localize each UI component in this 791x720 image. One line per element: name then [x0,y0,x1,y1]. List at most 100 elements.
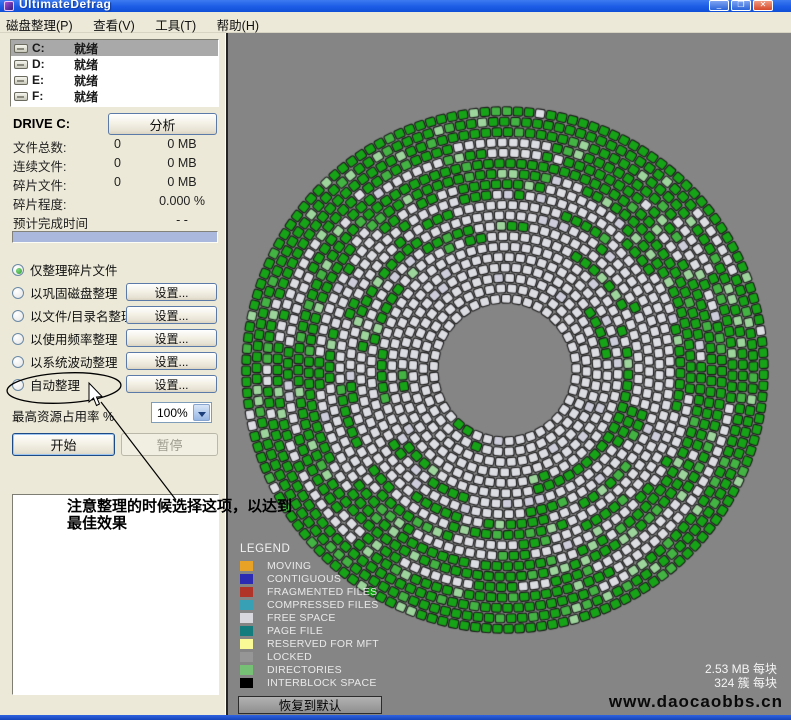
maximize-button[interactable]: ❐ [731,0,751,11]
chevron-down-icon[interactable] [193,404,210,421]
drive-row-f[interactable]: F: 就绪 [11,88,218,104]
watermark-text: www.daocaobbs.cn [609,692,783,712]
stat-size: - - [146,213,218,227]
drive-icon [14,60,28,69]
progress-bar [12,231,218,243]
drive-row-e[interactable]: E: 就绪 [11,72,218,88]
window-title: UltimateDefrag [19,0,111,11]
menu-disk-defrag[interactable]: 磁盘整理(P) [0,12,83,37]
color-swatch [240,613,253,623]
legend-item-mft: RESERVED FOR MFT [240,637,379,650]
stat-size: 0 MB [146,137,218,151]
stat-count: 0 [73,156,121,170]
settings-button-frequency[interactable]: 设置... [126,329,217,347]
drive-letter: E: [32,73,74,87]
window-controls: _ ❐ ✕ [709,0,773,11]
drive-status: 就绪 [74,72,98,89]
drive-stats: 文件总数: 0 0 MB 连续文件: 0 0 MB 碎片文件: 0 0 MB 碎… [13,137,221,232]
color-swatch [240,561,253,571]
stat-contiguous-files: 连续文件: 0 0 MB [13,156,221,175]
option-auto[interactable]: 自动整理 设置... [0,373,227,396]
cluster-size-text: 324 簇 每块 [705,676,777,690]
stat-label: 连续文件: [13,160,66,174]
stat-count: 0 [73,175,121,189]
legend: LEGEND MOVING CONTIGUOUS FRAGMENTED FILE… [240,543,379,689]
option-by-volatility[interactable]: 以系统波动整理 设置... [0,350,227,373]
resource-usage-select[interactable]: 100% [151,402,212,423]
settings-button-consolidate[interactable]: 设置... [126,283,217,301]
option-fragmented-only[interactable]: 仅整理碎片文件 [0,258,227,281]
annotation-text-line2: 最佳效果 [67,512,127,533]
drive-status: 就绪 [74,40,98,57]
stat-label: 文件总数: [13,141,66,155]
drive-list: C: 就绪 D: 就绪 E: 就绪 F: 就绪 [10,39,219,107]
legend-item-locked: LOCKED [240,650,379,663]
drive-status: 就绪 [74,88,98,105]
legend-item-moving: MOVING [240,559,379,572]
legend-item-contiguous: CONTIGUOUS [240,572,379,585]
drive-letter: D: [32,57,74,71]
stat-label: 碎片程度: [13,198,66,212]
radio-icon[interactable] [12,310,24,322]
stat-total-files: 文件总数: 0 0 MB [13,137,221,156]
menu-tools[interactable]: 工具(T) [149,12,206,37]
stat-label: 预计完成时间 [13,217,88,231]
stat-size: 0.000 % [146,194,218,208]
color-swatch [240,665,253,675]
settings-button-filename[interactable]: 设置... [126,306,217,324]
option-label: 以使用频率整理 [30,329,118,348]
legend-item-directories: DIRECTORIES [240,663,379,676]
option-consolidate[interactable]: 以巩固磁盘整理 设置... [0,281,227,304]
legend-item-freespace: FREE SPACE [240,611,379,624]
settings-button-volatility[interactable]: 设置... [126,352,217,370]
drive-row-d[interactable]: D: 就绪 [11,56,218,72]
drive-status: 就绪 [74,56,98,73]
analyze-button[interactable]: 分析 [108,113,217,135]
stat-size: 0 MB [146,156,218,170]
color-swatch [240,652,253,662]
option-label: 自动整理 [30,375,80,394]
radio-icon[interactable] [12,333,24,345]
minimize-button[interactable]: _ [709,0,729,11]
stat-count: 0 [73,137,121,151]
color-swatch [240,587,253,597]
radio-icon[interactable] [12,356,24,368]
color-swatch [240,574,253,584]
radio-icon[interactable] [12,264,24,276]
legend-item-compressed: COMPRESSED FILES [240,598,379,611]
drive-row-c[interactable]: C: 就绪 [11,40,218,56]
close-button[interactable]: ✕ [753,0,773,11]
app-window: UltimateDefrag _ ❐ ✕ 磁盘整理(P) 查看(V) 工具(T)… [0,0,791,720]
menu-view[interactable]: 查看(V) [87,12,145,37]
radio-icon[interactable] [12,287,24,299]
color-swatch [240,678,253,688]
restore-default-button[interactable]: 恢复到默认 [238,696,382,714]
drive-icon [14,44,28,53]
option-by-frequency[interactable]: 以使用频率整理 设置... [0,327,227,350]
resource-usage-value: 100% [157,406,188,420]
radio-icon[interactable] [12,379,24,391]
title-bar: UltimateDefrag _ ❐ ✕ [0,0,791,12]
option-by-filename[interactable]: 以文件/目录名整理 设置... [0,304,227,327]
drive-letter: C: [32,41,74,55]
close-icon: ✕ [760,0,767,9]
stat-estimated-time: 预计完成时间 - - [13,213,221,232]
option-label: 以文件/目录名整理 [30,306,133,325]
settings-button-auto[interactable]: 设置... [126,375,217,393]
stat-fragmentation-level: 碎片程度: 0.000 % [13,194,221,213]
legend-item-interblock: INTERBLOCK SPACE [240,676,379,689]
app-icon [4,1,14,11]
color-swatch [240,639,253,649]
resource-usage-label: 最高资源占用率 % [12,406,114,425]
window-bottom-border [0,715,791,720]
stat-fragmented-files: 碎片文件: 0 0 MB [13,175,221,194]
stat-size: 0 MB [146,175,218,189]
start-button[interactable]: 开始 [12,433,115,456]
block-info: 2.53 MB 每块 324 簇 每块 [705,662,777,690]
block-size-text: 2.53 MB 每块 [705,662,777,676]
option-label: 以系统波动整理 [30,352,118,371]
drive-letter: F: [32,89,74,103]
drive-icon [14,76,28,85]
defrag-method-options: 仅整理碎片文件 以巩固磁盘整理 设置... 以文件/目录名整理 设置... 以使… [0,258,227,396]
color-swatch [240,626,253,636]
